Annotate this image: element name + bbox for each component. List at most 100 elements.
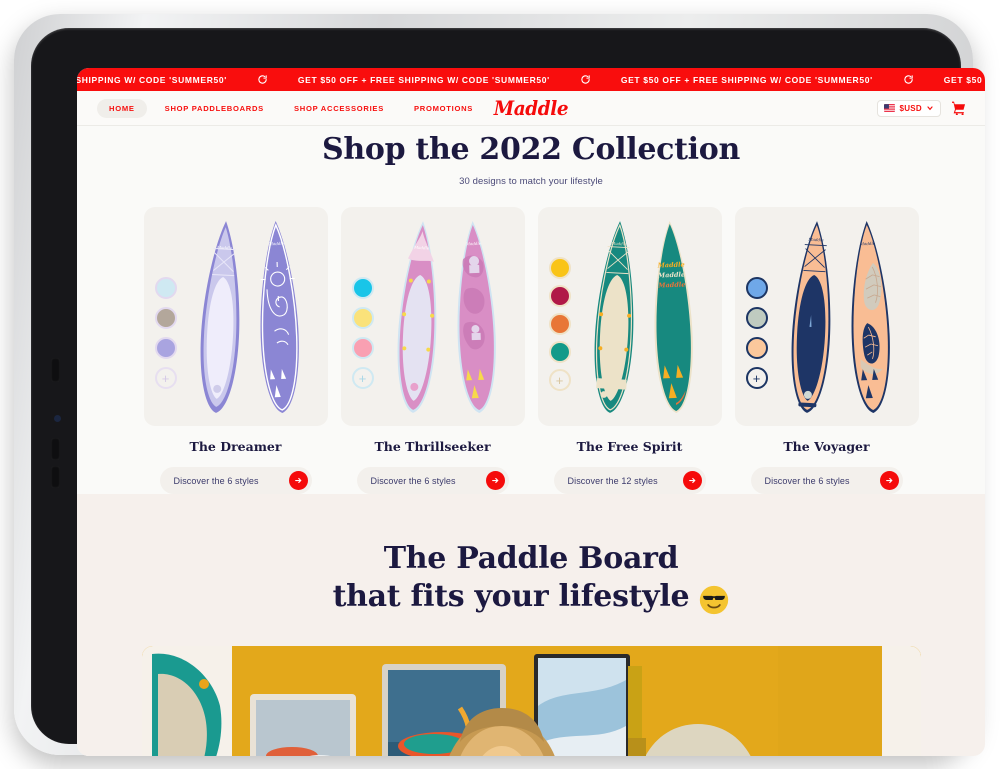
arrow-right-icon bbox=[288, 471, 308, 490]
paddleboard-back: Maddle bbox=[841, 218, 898, 416]
discover-styles-button[interactable]: Discover the 6 styles bbox=[159, 467, 312, 494]
front-camera bbox=[54, 415, 61, 422]
product-title: The Thrillseeker bbox=[374, 439, 491, 454]
screenshot-stage: GET $50 OFF + FREE SHIPPING W/ CODE 'SUM… bbox=[0, 0, 1000, 769]
color-swatch[interactable] bbox=[745, 277, 768, 299]
paddleboard-pair: Maddle Maddle bbox=[387, 219, 519, 415]
tablet-body: GET $50 OFF + FREE SHIPPING W/ CODE 'SUM… bbox=[31, 28, 985, 756]
promo-banner: GET $50 OFF + FREE SHIPPING W/ CODE 'SUM… bbox=[77, 68, 985, 91]
product-title: The Dreamer bbox=[189, 439, 282, 454]
color-swatch[interactable] bbox=[548, 257, 571, 279]
color-swatch-list: + bbox=[745, 277, 768, 389]
color-swatch[interactable] bbox=[548, 313, 571, 335]
paddleboard-back: Maddle bbox=[447, 218, 504, 416]
arrow-right-icon bbox=[485, 471, 505, 490]
page-title: Shop the 2022 Collection bbox=[322, 132, 740, 167]
currency-selector[interactable]: $USD bbox=[877, 99, 941, 117]
svg-text:Maddle: Maddle bbox=[656, 261, 684, 270]
color-swatch[interactable] bbox=[548, 341, 571, 363]
product-card[interactable]: + bbox=[537, 207, 722, 494]
arrow-right-icon bbox=[682, 471, 702, 490]
product-title: The Voyager bbox=[783, 439, 870, 454]
shopping-cart-icon bbox=[952, 101, 966, 115]
power-button[interactable] bbox=[51, 466, 60, 488]
color-swatch[interactable] bbox=[154, 277, 177, 299]
cart-button[interactable] bbox=[951, 101, 967, 115]
color-swatch[interactable] bbox=[745, 307, 768, 329]
discover-styles-button[interactable]: Discover the 6 styles bbox=[750, 467, 903, 494]
svg-text:Maddle: Maddle bbox=[656, 271, 684, 280]
discover-styles-button[interactable]: Discover the 12 styles bbox=[553, 467, 706, 494]
refresh-circle-icon bbox=[580, 74, 591, 85]
svg-text:Maddle: Maddle bbox=[807, 237, 824, 243]
paddleboard-front: Maddle bbox=[387, 218, 447, 416]
paddleboard-front: Maddle bbox=[584, 218, 644, 416]
svg-text:Maddle: Maddle bbox=[412, 245, 429, 251]
promo-message: GET $50 OFF + FREE SHIPPING W/ CODE 'SUM… bbox=[620, 74, 873, 85]
volume-up-button[interactable] bbox=[51, 358, 60, 382]
promo-marquee: GET $50 OFF + FREE SHIPPING W/ CODE 'SUM… bbox=[77, 74, 985, 85]
svg-text:Maddle: Maddle bbox=[858, 241, 875, 247]
more-colors-button[interactable]: + bbox=[351, 367, 374, 389]
paddleboard-front: Maddle bbox=[781, 218, 841, 416]
nav-link-shop-accessories[interactable]: SHOP ACCESSORIES bbox=[282, 99, 396, 118]
tablet-frame: GET $50 OFF + FREE SHIPPING W/ CODE 'SUM… bbox=[14, 14, 985, 756]
product-card[interactable]: + bbox=[143, 207, 328, 494]
product-card-grid: + Maddle Maddle The Dreamer Discover the… bbox=[77, 207, 985, 494]
paddleboard-back: Maddle bbox=[250, 218, 307, 416]
paddleboard-pair: Maddle Maddle bbox=[781, 219, 913, 415]
color-swatch[interactable] bbox=[154, 307, 177, 329]
promo-message: GET $50 OFF + FREE SHIPPING W/ CODE 'SUM… bbox=[943, 74, 985, 85]
lifestyle-heading-line2: that fits your lifestyle bbox=[332, 579, 690, 615]
refresh-circle-icon bbox=[257, 74, 268, 85]
product-image: + bbox=[537, 207, 722, 426]
chevron-down-icon bbox=[927, 106, 933, 111]
product-card[interactable]: + bbox=[340, 207, 525, 494]
discover-styles-button[interactable]: Discover the 6 styles bbox=[356, 467, 509, 494]
color-swatch[interactable] bbox=[548, 285, 571, 307]
color-swatch[interactable] bbox=[351, 307, 374, 329]
color-swatch[interactable] bbox=[745, 337, 768, 359]
smiling-face-with-sunglasses-emoji bbox=[699, 583, 729, 616]
promo-message: GET $50 OFF + FREE SHIPPING W/ CODE 'SUM… bbox=[77, 74, 227, 85]
arrow-right-icon bbox=[879, 471, 899, 490]
lifestyle-photo bbox=[141, 646, 921, 756]
product-card[interactable]: + bbox=[734, 207, 919, 494]
product-image: + bbox=[734, 207, 919, 426]
site-header: HOME SHOP PADDLEBOARDS SHOP ACCESSORIES … bbox=[77, 91, 985, 126]
paddleboard-back: Maddle Maddle Maddle bbox=[644, 218, 701, 416]
discover-styles-label: Discover the 6 styles bbox=[764, 475, 850, 486]
more-colors-button[interactable]: + bbox=[154, 367, 177, 389]
color-swatch-list: + bbox=[154, 277, 177, 389]
paddleboard-pair: Maddle Maddle Maddle Maddle bbox=[584, 219, 716, 415]
discover-styles-label: Discover the 6 styles bbox=[173, 475, 259, 486]
color-swatch[interactable] bbox=[351, 277, 374, 299]
color-swatch-list: + bbox=[548, 257, 571, 391]
header-utilities: $USD bbox=[877, 99, 985, 117]
lifestyle-section: The Paddle Board that fits your lifestyl… bbox=[77, 494, 985, 756]
nav-link-shop-paddleboards[interactable]: SHOP PADDLEBOARDS bbox=[153, 99, 276, 118]
nav-link-home[interactable]: HOME bbox=[97, 98, 147, 118]
primary-navigation: HOME SHOP PADDLEBOARDS SHOP ACCESSORIES … bbox=[77, 98, 485, 118]
site-logo[interactable]: Maddle bbox=[457, 96, 604, 120]
more-colors-button[interactable]: + bbox=[548, 369, 571, 391]
product-image: + bbox=[143, 207, 328, 426]
svg-text:Maddle: Maddle bbox=[610, 241, 627, 247]
product-image: + bbox=[340, 207, 525, 426]
tablet-screen: GET $50 OFF + FREE SHIPPING W/ CODE 'SUM… bbox=[77, 68, 985, 756]
color-swatch[interactable] bbox=[351, 337, 374, 359]
collection-subtitle: 30 designs to match your lifestyle bbox=[459, 176, 603, 187]
promo-message: GET $50 OFF + FREE SHIPPING W/ CODE 'SUM… bbox=[297, 74, 550, 85]
collection-section: Shop the 2022 Collection 30 designs to m… bbox=[77, 126, 985, 494]
paddleboard-pair: Maddle Maddle bbox=[190, 219, 322, 415]
color-swatch[interactable] bbox=[154, 337, 177, 359]
lifestyle-heading-line1: The Paddle Board bbox=[383, 541, 679, 576]
discover-styles-label: Discover the 6 styles bbox=[370, 475, 456, 486]
refresh-circle-icon bbox=[903, 74, 914, 85]
paddleboard-front: Maddle bbox=[190, 218, 250, 416]
volume-down-button[interactable] bbox=[51, 438, 60, 460]
us-flag-icon bbox=[884, 104, 896, 112]
more-colors-button[interactable]: + bbox=[745, 367, 768, 389]
product-title: The Free Spirit bbox=[576, 439, 683, 454]
discover-styles-label: Discover the 12 styles bbox=[567, 475, 658, 486]
